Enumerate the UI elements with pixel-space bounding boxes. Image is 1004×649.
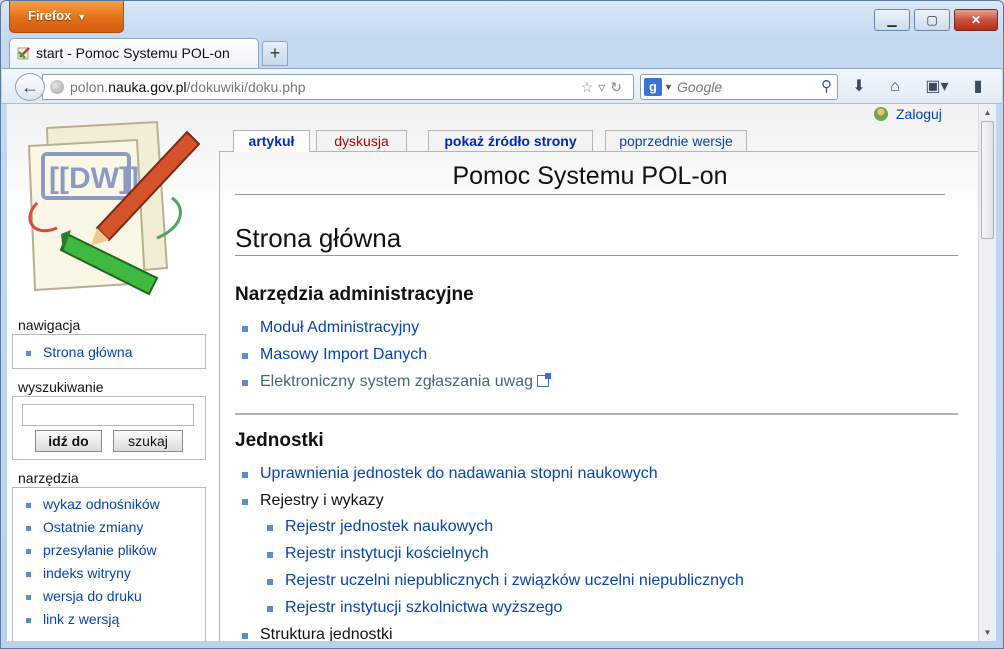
- dokuwiki-favicon-icon: [17, 47, 30, 60]
- user-icon: [874, 107, 888, 121]
- divider: [235, 255, 958, 256]
- sidebar-tools-box: wykaz odnośników Ostatnie zmiany przesył…: [12, 487, 206, 641]
- svg-text:[[DW]]: [[DW]]: [49, 162, 139, 195]
- sidebar-item-recent-changes[interactable]: Ostatnie zmiany: [13, 516, 205, 539]
- tab-old-revisions[interactable]: poprzednie wersje: [605, 130, 747, 151]
- home-icon[interactable]: ⌂: [882, 75, 908, 99]
- maximize-button[interactable]: ▢: [914, 9, 950, 31]
- download-icon[interactable]: ⬇: [846, 75, 872, 99]
- sidebar-item-backlinks[interactable]: wykaz odnośników: [13, 493, 205, 516]
- chevron-down-icon[interactable]: ▼: [664, 75, 673, 99]
- dokuwiki-logo[interactable]: [[DW]]: [17, 118, 207, 298]
- sidebar-item-sitemap[interactable]: indeks witryny: [13, 562, 205, 585]
- close-button[interactable]: ✕: [954, 9, 998, 31]
- wiki-search-input[interactable]: [22, 404, 194, 426]
- login-link[interactable]: Zaloguj: [874, 106, 942, 122]
- login-label: Zaloguj: [896, 106, 942, 122]
- sidebar-item-print-version[interactable]: wersja do druku: [13, 585, 205, 608]
- scrollbar-thumb[interactable]: [981, 121, 994, 239]
- content-border: [219, 151, 220, 641]
- section-heading: Narzędzia administracyjne: [235, 284, 474, 305]
- sidebar-tools-heading: narzędzia: [18, 470, 79, 486]
- address-bar[interactable]: polon.nauka.gov.pl/dokuwiki/doku.php ☆▿↻: [42, 74, 634, 100]
- section-heading: Jednostki: [235, 430, 324, 451]
- link-higher-education-register[interactable]: Rejestr instytucji szkolnictwa wyższego: [266, 599, 562, 617]
- browser-tab[interactable]: start - Pomoc Systemu POL-on: [9, 38, 259, 68]
- divider: [235, 413, 958, 415]
- search-placeholder: Google: [677, 79, 723, 95]
- link-admin-module[interactable]: Moduł Administracyjny: [241, 319, 419, 337]
- firefox-menu-button[interactable]: Firefox ▼: [9, 1, 124, 33]
- addon-icon[interactable]: ▮: [965, 75, 991, 99]
- scroll-down-arrow-icon[interactable]: ▼: [979, 624, 996, 641]
- sidebar-search-heading: wyszukiwanie: [18, 379, 104, 395]
- sidebar-item-permalink[interactable]: link z wersją: [13, 608, 205, 631]
- tab-show-source[interactable]: pokaż źródło strony: [428, 130, 593, 151]
- scroll-up-arrow-icon[interactable]: ▲: [979, 104, 996, 121]
- sidebar-item-media-manager[interactable]: przesyłanie plików: [13, 539, 205, 562]
- vertical-scrollbar[interactable]: ▲ ▼: [978, 104, 996, 641]
- firefox-menu-label: Firefox: [28, 8, 72, 23]
- link-degree-rights[interactable]: Uprawnienia jednostek do nadawania stopn…: [242, 465, 658, 483]
- list-item-registers: Rejestry i wykazy: [242, 492, 384, 509]
- link-mass-import[interactable]: Masowy Import Danych: [241, 346, 427, 364]
- chevron-down-icon: ▼: [77, 12, 87, 22]
- bookmark-star-reload-icons[interactable]: ☆▿↻: [581, 75, 627, 99]
- back-arrow-icon[interactable]: ←: [15, 73, 45, 101]
- link-feedback-system[interactable]: Elektroniczny system zgłaszania uwag: [241, 373, 552, 391]
- tab-title: start - Pomoc Systemu POL-on: [36, 45, 230, 61]
- site-title[interactable]: Pomoc Systemu POL-on: [235, 162, 945, 191]
- external-link-icon: [537, 373, 552, 387]
- divider: [235, 194, 945, 195]
- link-research-units-register[interactable]: Rejestr jednostek naukowych: [266, 518, 493, 536]
- url-host: nauka.gov.pl: [108, 79, 187, 95]
- google-icon[interactable]: g: [644, 78, 662, 96]
- minimize-button[interactable]: ▁: [874, 9, 910, 31]
- url-prefix: polon.: [70, 79, 109, 95]
- bookmarks-menu-icon[interactable]: ▣▾: [920, 75, 954, 99]
- link-church-institutions-register[interactable]: Rejestr instytucji kościelnych: [267, 545, 489, 563]
- tab-article[interactable]: artykuł: [233, 130, 310, 152]
- search-icon[interactable]: ⚲: [821, 75, 832, 99]
- tab-discussion[interactable]: dyskusja: [316, 130, 407, 151]
- new-tab-button[interactable]: +: [262, 41, 288, 66]
- browser-window: Firefox ▼ ▁ ▢ ✕ start - Pomoc Systemu POL…: [0, 0, 1004, 649]
- link-feedback-label: Elektroniczny system zgłaszania uwag: [260, 373, 534, 390]
- tabs-baseline: [219, 151, 978, 152]
- link-private-universities-register[interactable]: Rejestr uczelni niepublicznych i związkó…: [267, 572, 744, 590]
- url-path: /dokuwiki/doku.php: [186, 79, 306, 95]
- sidebar-item-main-page[interactable]: Strona główna: [13, 341, 205, 364]
- page-title: Strona główna: [235, 223, 402, 253]
- page-content: [[DW]] Zaloguj artykuł dyskusja pokaż źr…: [7, 104, 978, 641]
- search-button[interactable]: szukaj: [113, 430, 183, 452]
- search-input[interactable]: g ▼ Google ⚲: [640, 74, 838, 100]
- sidebar-nav-box: Strona główna: [12, 334, 206, 369]
- globe-icon: [50, 80, 64, 94]
- sidebar-nav-heading: nawigacja: [18, 317, 81, 333]
- list-item-unit-structure: Struktura jednostki: [242, 626, 393, 641]
- go-button[interactable]: idź do: [35, 430, 102, 452]
- navigation-toolbar: polon.nauka.gov.pl/dokuwiki/doku.php ☆▿↻…: [2, 68, 1002, 104]
